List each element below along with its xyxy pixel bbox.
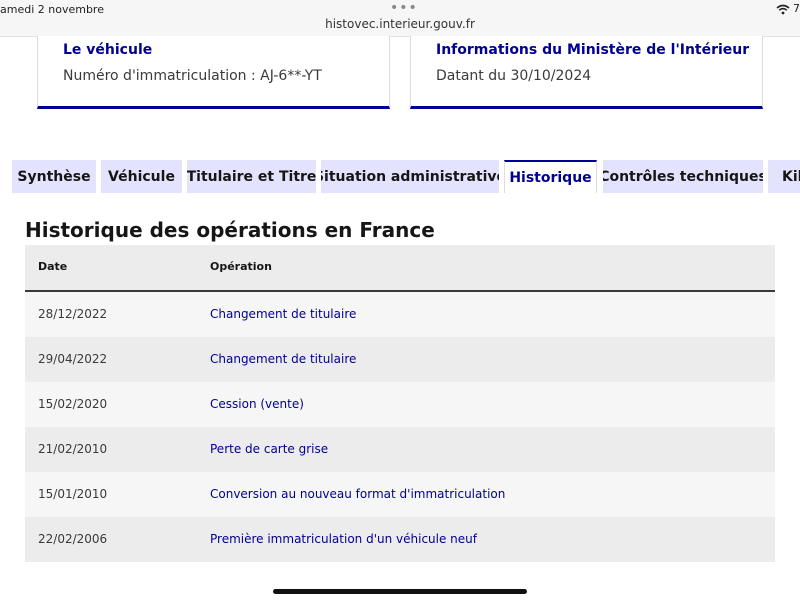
wifi-icon: [775, 4, 790, 14]
more-dots-icon[interactable]: •••: [390, 0, 418, 16]
section-title: Historique des opérations en France: [25, 218, 435, 242]
table-row: 29/04/2022 Changement de titulaire: [25, 337, 775, 382]
browser-status-bar: amedi 2 novembre ••• histovec.interieur.…: [0, 0, 800, 37]
tab-vehicule[interactable]: Véhicule: [101, 160, 182, 193]
ministry-card-title: Informations du Ministère de l'Intérieur: [436, 42, 750, 58]
vehicle-card-title: Le véhicule: [63, 42, 153, 58]
tab-controles-techniques[interactable]: Contrôles techniques: [603, 160, 763, 193]
tab-kilometrage[interactable]: Kilométrage: [768, 160, 800, 193]
row-date: 15/02/2020: [38, 397, 108, 411]
column-header-date: Date: [38, 260, 68, 273]
row-date: 22/02/2006: [38, 532, 108, 546]
registration-number: Numéro d'immatriculation : AJ-6**-YT: [63, 68, 322, 84]
vehicle-card: Le véhicule Numéro d'immatriculation : A…: [37, 36, 390, 109]
table-header: Date Opération: [25, 245, 775, 292]
table-row: 22/02/2006 Première immatriculation d'un…: [25, 517, 775, 562]
status-indicators: 7: [775, 2, 800, 15]
home-indicator[interactable]: [273, 589, 527, 594]
address-bar-url[interactable]: histovec.interieur.gouv.fr: [0, 17, 800, 31]
battery-level: 7: [793, 2, 800, 15]
column-header-operation: Opération: [210, 260, 272, 273]
row-operation: Changement de titulaire: [210, 307, 357, 321]
tab-historique[interactable]: Historique: [504, 160, 597, 194]
tab-situation-administrative[interactable]: Situation administrative: [321, 160, 499, 193]
table-row: 15/01/2010 Conversion au nouveau format …: [25, 472, 775, 517]
row-date: 15/01/2010: [38, 487, 108, 501]
tab-synthese[interactable]: Synthèse: [12, 160, 96, 193]
row-date: 21/02/2010: [38, 442, 108, 456]
status-date: amedi 2 novembre: [0, 3, 104, 16]
table-row: 21/02/2010 Perte de carte grise: [25, 427, 775, 472]
row-date: 29/04/2022: [38, 352, 108, 366]
row-operation: Conversion au nouveau format d'immatricu…: [210, 487, 506, 501]
tab-bar: Synthèse Véhicule Titulaire et Titre Sit…: [0, 160, 800, 194]
row-operation: Cession (vente): [210, 397, 304, 411]
table-row: 15/02/2020 Cession (vente): [25, 382, 775, 427]
row-date: 28/12/2022: [38, 307, 108, 321]
history-table: Date Opération 28/12/2022 Changement de …: [25, 245, 775, 562]
data-date: Datant du 30/10/2024: [436, 68, 592, 84]
ministry-card: Informations du Ministère de l'Intérieur…: [410, 36, 763, 109]
table-row: 28/12/2022 Changement de titulaire: [25, 292, 775, 337]
row-operation: Changement de titulaire: [210, 352, 357, 366]
tab-titulaire-et-titre[interactable]: Titulaire et Titre: [187, 160, 316, 193]
row-operation: Première immatriculation d'un véhicule n…: [210, 532, 477, 546]
row-operation: Perte de carte grise: [210, 442, 329, 456]
